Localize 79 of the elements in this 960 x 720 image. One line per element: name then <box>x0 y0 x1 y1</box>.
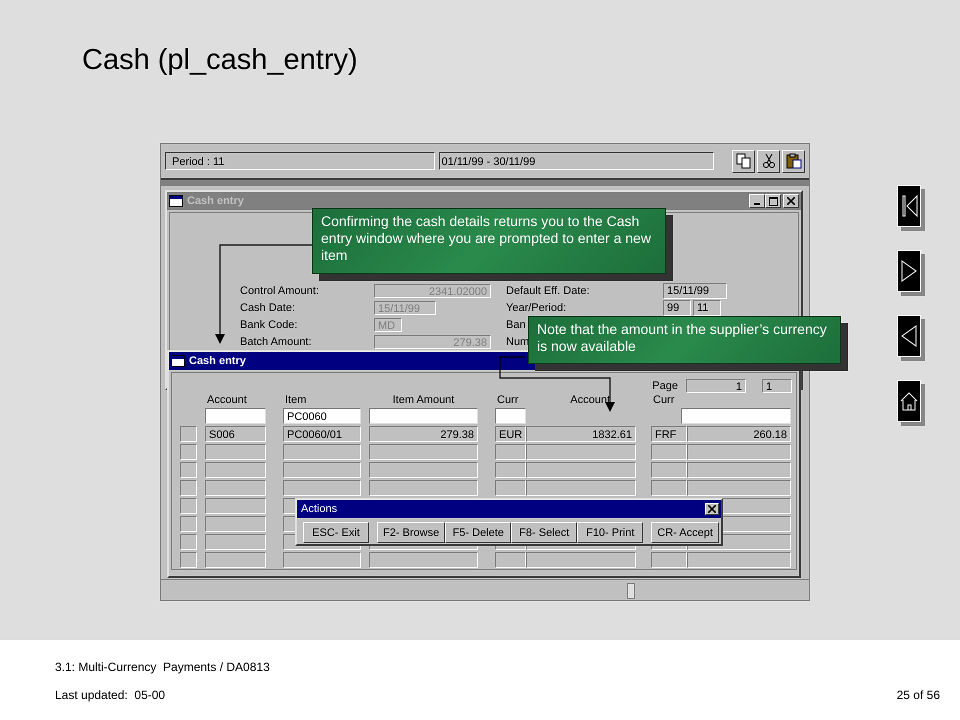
column-header: Account <box>569 394 611 406</box>
dialog-title: Actions <box>300 503 338 515</box>
row-selector[interactable] <box>180 462 197 478</box>
field-label: Default Eff. Date: <box>506 284 590 296</box>
clipboard-icon[interactable] <box>782 150 805 172</box>
field-label: Year/Period: <box>506 302 566 314</box>
table-cell <box>205 444 266 460</box>
table-cell: 1832.61 <box>526 426 636 442</box>
date-range-field: 01/11/99 - 30/11/99 <box>438 152 714 170</box>
action-button[interactable]: F2- Browse <box>377 522 446 543</box>
action-button[interactable]: F8- Select <box>511 522 578 543</box>
table-cell <box>651 444 687 460</box>
column-header: Item Amount <box>392 394 456 406</box>
table-cell <box>205 498 266 514</box>
row-selector[interactable] <box>180 498 197 514</box>
table-cell <box>205 480 266 496</box>
close-icon[interactable] <box>705 503 719 515</box>
table-cell: 279.38 <box>369 426 478 442</box>
readonly-field: MD <box>374 318 402 332</box>
window-title: Cash entry <box>187 195 244 207</box>
row-selector[interactable] <box>180 444 197 460</box>
page-number: 25 of 56 <box>896 688 940 702</box>
table-cell <box>495 480 526 496</box>
readonly-field: 279.38 <box>374 334 491 348</box>
window-title: Cash entry <box>189 355 246 367</box>
field-label: Num <box>506 336 530 348</box>
table-cell: EUR <box>495 426 526 442</box>
table-cell: 260.18 <box>687 426 791 442</box>
maximize-icon[interactable] <box>765 194 781 208</box>
row-selector[interactable] <box>180 516 197 532</box>
field-label: Ban <box>506 318 526 330</box>
table-cell <box>651 480 687 496</box>
input-field[interactable] <box>205 408 266 424</box>
page-count-field: 1 <box>762 379 792 393</box>
column-header: Account <box>206 394 248 406</box>
field-label: Cash Date: <box>240 302 296 314</box>
close-icon[interactable] <box>783 194 799 208</box>
action-button[interactable]: CR- Accept <box>651 522 719 543</box>
input-field[interactable]: PC0060 <box>283 408 361 424</box>
copy-icon[interactable] <box>732 150 755 172</box>
column-header: Item <box>284 394 308 406</box>
readonly-field: 15/11/99 <box>374 300 436 314</box>
row-selector[interactable] <box>180 480 197 496</box>
table-cell <box>205 462 266 478</box>
field-label: Control Amount: <box>240 284 319 296</box>
field-label: Bank Code: <box>240 318 298 330</box>
table-cell <box>495 462 526 478</box>
table-cell: S006 <box>205 426 266 442</box>
page-label: Page <box>652 380 678 392</box>
row-selector[interactable] <box>180 426 197 442</box>
scissors-icon[interactable] <box>757 150 780 172</box>
period-field: Period : 11 <box>165 152 435 170</box>
row-selector[interactable] <box>180 552 197 568</box>
readonly-field: 15/11/99 <box>663 282 727 298</box>
input-field[interactable] <box>495 408 526 424</box>
table-cell <box>651 462 687 478</box>
action-button[interactable]: F10- Print <box>577 522 644 543</box>
slide-title: Cash (pl_cash_entry) <box>81 43 359 77</box>
column-header: Curr <box>652 394 676 406</box>
page-field: 1 <box>686 379 746 393</box>
action-button[interactable]: F5- Delete <box>445 522 512 543</box>
readonly-field: 99 <box>663 300 691 316</box>
minimize-icon[interactable] <box>749 194 765 208</box>
input-field[interactable] <box>681 408 791 424</box>
row-selector[interactable] <box>180 534 197 550</box>
action-button[interactable]: ESC- Exit <box>303 522 369 543</box>
table-cell <box>495 444 526 460</box>
readonly-field: 2341.02000 <box>374 284 491 298</box>
table-cell: PC0060/01 <box>283 426 361 442</box>
table-cell <box>205 534 266 550</box>
column-header: Curr <box>496 394 520 406</box>
table-cell: FRF <box>651 426 687 442</box>
course-reference: 3.1: Multi-Currency Payments / DA0813 <box>55 660 271 674</box>
window-icon <box>169 195 183 207</box>
field-label: Batch Amount: <box>240 336 312 348</box>
readonly-field: 11 <box>693 300 721 316</box>
input-field[interactable] <box>369 408 478 424</box>
table-cell <box>205 516 266 532</box>
last-updated: Last updated: 05-00 <box>55 688 166 702</box>
